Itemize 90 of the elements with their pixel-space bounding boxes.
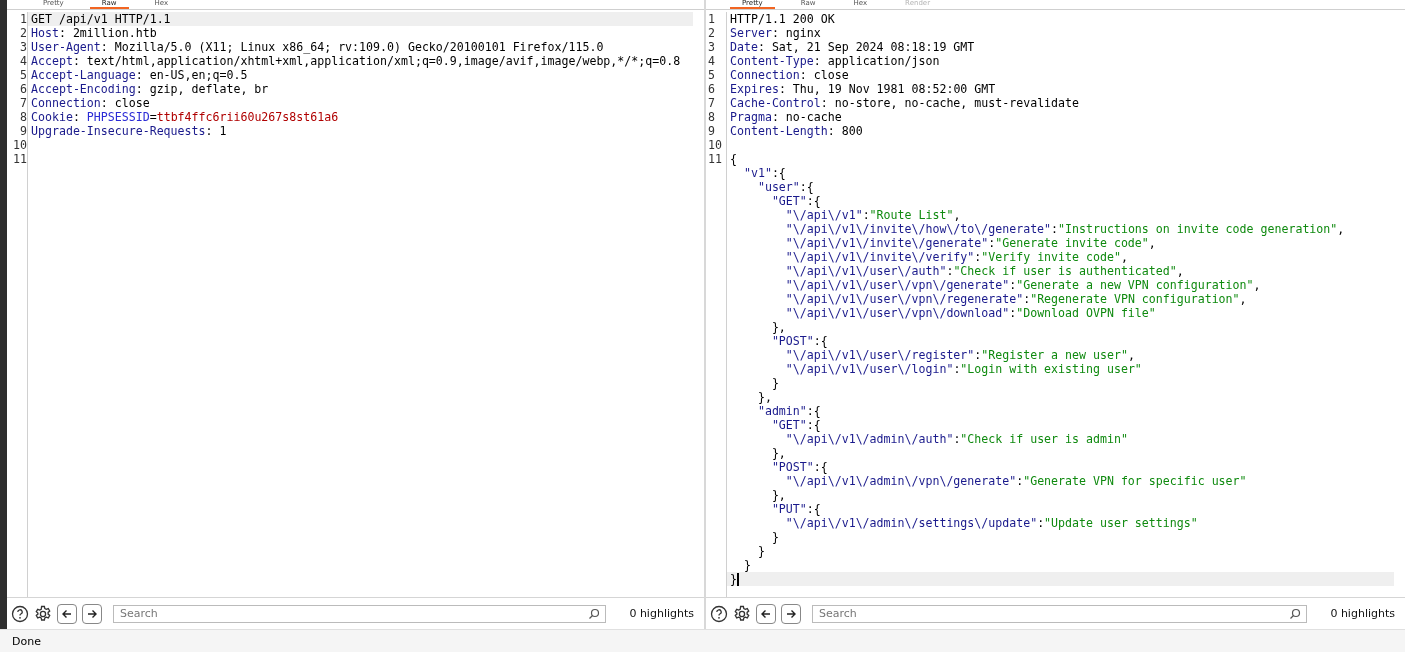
code-line: User-Agent: Mozilla/5.0 (X11; Linux x86_64; rv:109.0) Gecko/20100101 Firefox/115.0	[31, 40, 604, 54]
code-line: "\/api\/v1\/user\/login":"Login with existing user"	[784, 362, 1142, 376]
code-line: Host: 2million.htb	[31, 26, 157, 40]
code-line: Date: Sat, 21 Sep 2024 08:18:19 GMT	[730, 40, 975, 54]
code-line: },	[770, 488, 786, 502]
left-arrow-icon	[61, 607, 73, 620]
code-line: "\/api\/v1\/admin\/vpn\/generate":"Generate VPN for specific user"	[784, 474, 1247, 488]
back-button[interactable]	[756, 603, 776, 624]
code-line: Connection: close	[31, 96, 150, 110]
code-line: Cookie: PHPSESSID=ttbf4ffc6rii60u267s8st61a6	[31, 110, 339, 124]
code-line: "\/api\/v1\/admin\/auth":"Check if user is admin"	[784, 432, 1128, 446]
help-icon[interactable]	[11, 604, 29, 623]
line-number: 11	[708, 152, 722, 166]
code-line: },	[770, 446, 786, 460]
code-line: "GET":{	[770, 194, 821, 208]
line-number: 3	[20, 40, 27, 54]
line-number: 10	[708, 138, 722, 152]
status-text: Done	[12, 634, 41, 648]
line-number: 2	[708, 26, 715, 40]
code-line: "admin":{	[756, 404, 821, 418]
code-line: "POST":{	[770, 334, 828, 348]
code-line: Cache-Control: no-store, no-cache, must-revalidate	[730, 96, 1079, 110]
code-line: "\/api\/v1\/user\/register":"Register a new user",	[784, 348, 1135, 362]
line-number: 5	[708, 68, 715, 82]
code-line: }	[742, 558, 751, 572]
line-number: 5	[20, 68, 27, 82]
code-line: },	[770, 320, 786, 334]
code-line: },	[756, 390, 772, 404]
line-number: 6	[708, 82, 715, 96]
code-line: "GET":{	[770, 418, 821, 432]
line-number: 1	[20, 12, 27, 26]
help-icon[interactable]	[710, 604, 728, 623]
search-icon	[588, 607, 601, 620]
search-field[interactable]: Search	[812, 604, 1308, 623]
code-line: }	[770, 376, 779, 390]
line-number: 4	[708, 54, 715, 68]
code-line: HTTP/1.1 200 OK	[730, 12, 835, 26]
code-line: "\/api\/v1\/invite\/verify":"Verify invite code",	[784, 250, 1128, 264]
line-number: 9	[20, 124, 27, 138]
code-line: }	[730, 572, 737, 586]
code-line: }	[770, 530, 779, 544]
code-line: {	[730, 152, 737, 166]
line-number: 7	[708, 96, 715, 110]
code-line: Accept: text/html,application/xhtml+xml,application/xml;q=0.9,image/avif,image/webp,*/*;q=0.8	[31, 54, 681, 68]
line-number: 1	[708, 12, 715, 26]
code-line: "user":{	[756, 180, 814, 194]
code-line: Pragma: no-cache	[730, 110, 842, 124]
settings-icon[interactable]	[733, 604, 751, 623]
highlights-count: 0 highlights	[629, 607, 694, 620]
line-number: 9	[708, 124, 715, 138]
code-line: Accept-Encoding: gzip, deflate, br	[31, 82, 269, 96]
line-number: 7	[20, 96, 27, 110]
code-line: "\/api\/v1":"Route List",	[784, 208, 961, 222]
search-field[interactable]: Search	[113, 604, 607, 623]
line-number: 2	[20, 26, 27, 40]
code-line: Connection: close	[730, 68, 849, 82]
code-line: "\/api\/v1\/admin\/settings\/update":"Update user settings"	[784, 516, 1198, 530]
code-line: Expires: Thu, 19 Nov 1981 08:52:00 GMT	[730, 82, 996, 96]
code-line: Content-Type: application/json	[730, 54, 940, 68]
code-line: }	[756, 544, 765, 558]
code-line: Content-Length: 800	[730, 124, 863, 138]
line-number: 8	[20, 110, 27, 124]
line-number: 3	[708, 40, 715, 54]
line-number: 8	[708, 110, 715, 124]
code-line: "\/api\/v1\/invite\/how\/to\/generate":"Instructions on invite code generation",	[784, 222, 1345, 236]
code-line: GET /api/v1 HTTP/1.1	[31, 12, 171, 26]
code-line: "\/api\/v1\/user\/vpn\/regenerate":"Regenerate VPN configuration",	[784, 292, 1247, 306]
code-line: "\/api\/v1\/user\/vpn\/download":"Download OVPN file"	[784, 306, 1156, 320]
code-line: "\/api\/v1\/invite\/generate":"Generate invite code",	[784, 236, 1156, 250]
back-button[interactable]	[57, 603, 77, 624]
forward-button[interactable]	[82, 603, 102, 624]
search-icon	[1289, 607, 1302, 620]
line-number: 11	[13, 152, 27, 166]
code-line: "\/api\/v1\/user\/vpn\/generate":"Generate a new VPN configuration",	[784, 278, 1261, 292]
line-number: 4	[20, 54, 27, 68]
code-line: "v1":{	[742, 166, 786, 180]
left-arrow-icon	[760, 607, 772, 620]
highlights-count: 0 highlights	[1330, 607, 1395, 620]
right-arrow-icon	[86, 607, 98, 620]
code-line: "PUT":{	[770, 502, 821, 516]
code-line: "\/api\/v1\/user\/auth":"Check if user is authenticated",	[784, 264, 1184, 278]
line-number: 6	[20, 82, 27, 96]
right-arrow-icon	[785, 607, 797, 620]
code-line: Upgrade-Insecure-Requests: 1	[31, 124, 227, 138]
code-line: "POST":{	[770, 460, 828, 474]
settings-icon[interactable]	[34, 604, 52, 623]
forward-button[interactable]	[781, 603, 801, 624]
code-line: Accept-Language: en-US,en;q=0.5	[31, 68, 248, 82]
line-number: 10	[13, 138, 27, 152]
code-line: Server: nginx	[730, 26, 821, 40]
